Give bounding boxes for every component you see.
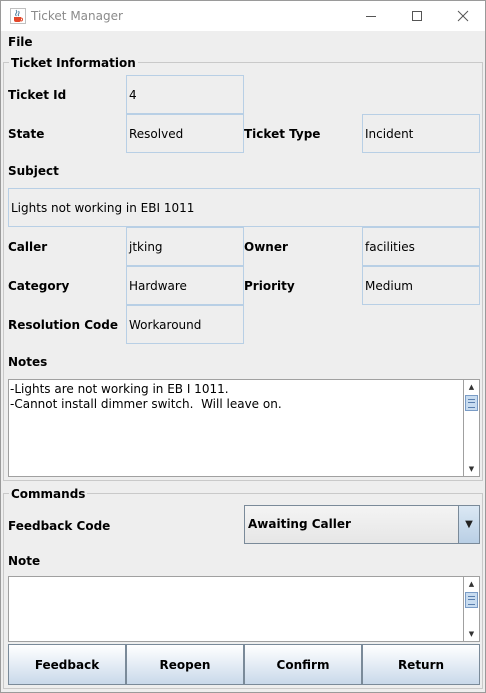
window-title: Ticket Manager [31, 9, 123, 23]
note-scrollbar[interactable]: ▲ ▼ [463, 577, 479, 641]
confirm-button[interactable]: Confirm [244, 644, 362, 685]
state-value: Resolved [129, 126, 184, 141]
ticket-type-value: Incident [365, 126, 414, 141]
ticket-manager-window: Ticket Manager File Ticket Information T… [0, 0, 486, 693]
close-icon[interactable] [440, 1, 486, 31]
return-button[interactable]: Return [362, 644, 480, 685]
priority-field: Medium [362, 266, 480, 305]
caller-value: jtking [129, 239, 163, 254]
scroll-thumb[interactable] [465, 592, 478, 608]
caller-field: jtking [126, 227, 244, 266]
scroll-up-icon[interactable]: ▲ [464, 577, 479, 591]
minimize-icon[interactable] [348, 1, 394, 31]
owner-label: Owner [244, 240, 288, 254]
subject-value: Lights not working in EBI 1011 [11, 200, 195, 215]
state-label: State [8, 127, 45, 141]
owner-value: facilities [365, 239, 415, 254]
resolution-code-value: Workaround [129, 317, 202, 332]
category-field: Hardware [126, 266, 244, 305]
ticket-id-value: 4 [129, 87, 137, 102]
priority-value: Medium [365, 278, 413, 293]
notes-scrollbar[interactable]: ▲ ▼ [463, 380, 479, 476]
scroll-down-icon[interactable]: ▼ [464, 462, 479, 476]
ticket-id-field: 4 [126, 75, 244, 114]
subject-field: Lights not working in EBI 1011 [8, 188, 480, 227]
ticket-type-field: Incident [362, 114, 480, 153]
notes-text: -Lights are not working in EB I 1011. -C… [10, 382, 282, 411]
ticket-information-title: Ticket Information [9, 56, 138, 70]
state-field: Resolved [126, 114, 244, 153]
commands-title: Commands [9, 487, 88, 501]
ticket-id-label: Ticket Id [8, 88, 67, 102]
note-label: Note [8, 554, 41, 568]
resolution-code-label: Resolution Code [8, 318, 119, 332]
feedback-code-selected: Awaiting Caller [248, 517, 351, 531]
scroll-up-icon[interactable]: ▲ [464, 380, 479, 394]
owner-field: facilities [362, 227, 480, 266]
feedback-code-dropdown[interactable]: Awaiting Caller ▼ [244, 505, 480, 544]
scroll-thumb[interactable] [465, 395, 478, 411]
java-coffee-cup-icon [10, 8, 26, 24]
caller-label: Caller [8, 240, 48, 254]
note-textarea[interactable]: ▲ ▼ [8, 576, 480, 642]
menu-file[interactable]: File [8, 35, 33, 49]
notes-label: Notes [8, 355, 48, 369]
reopen-button[interactable]: Reopen [126, 644, 244, 685]
subject-label: Subject [8, 164, 59, 178]
priority-label: Priority [244, 279, 295, 293]
scroll-down-icon[interactable]: ▼ [464, 627, 479, 641]
title-bar[interactable]: Ticket Manager [1, 1, 485, 31]
resolution-code-field: Workaround [126, 305, 244, 344]
feedback-code-label: Feedback Code [8, 519, 111, 533]
feedback-button[interactable]: Feedback [8, 644, 126, 685]
menu-bar: File [1, 31, 485, 53]
notes-textarea[interactable]: -Lights are not working in EB I 1011. -C… [8, 379, 480, 477]
maximize-icon[interactable] [394, 1, 440, 31]
chevron-down-icon[interactable]: ▼ [458, 506, 479, 543]
category-value: Hardware [129, 278, 187, 293]
category-label: Category [8, 279, 70, 293]
ticket-type-label: Ticket Type [244, 127, 321, 141]
